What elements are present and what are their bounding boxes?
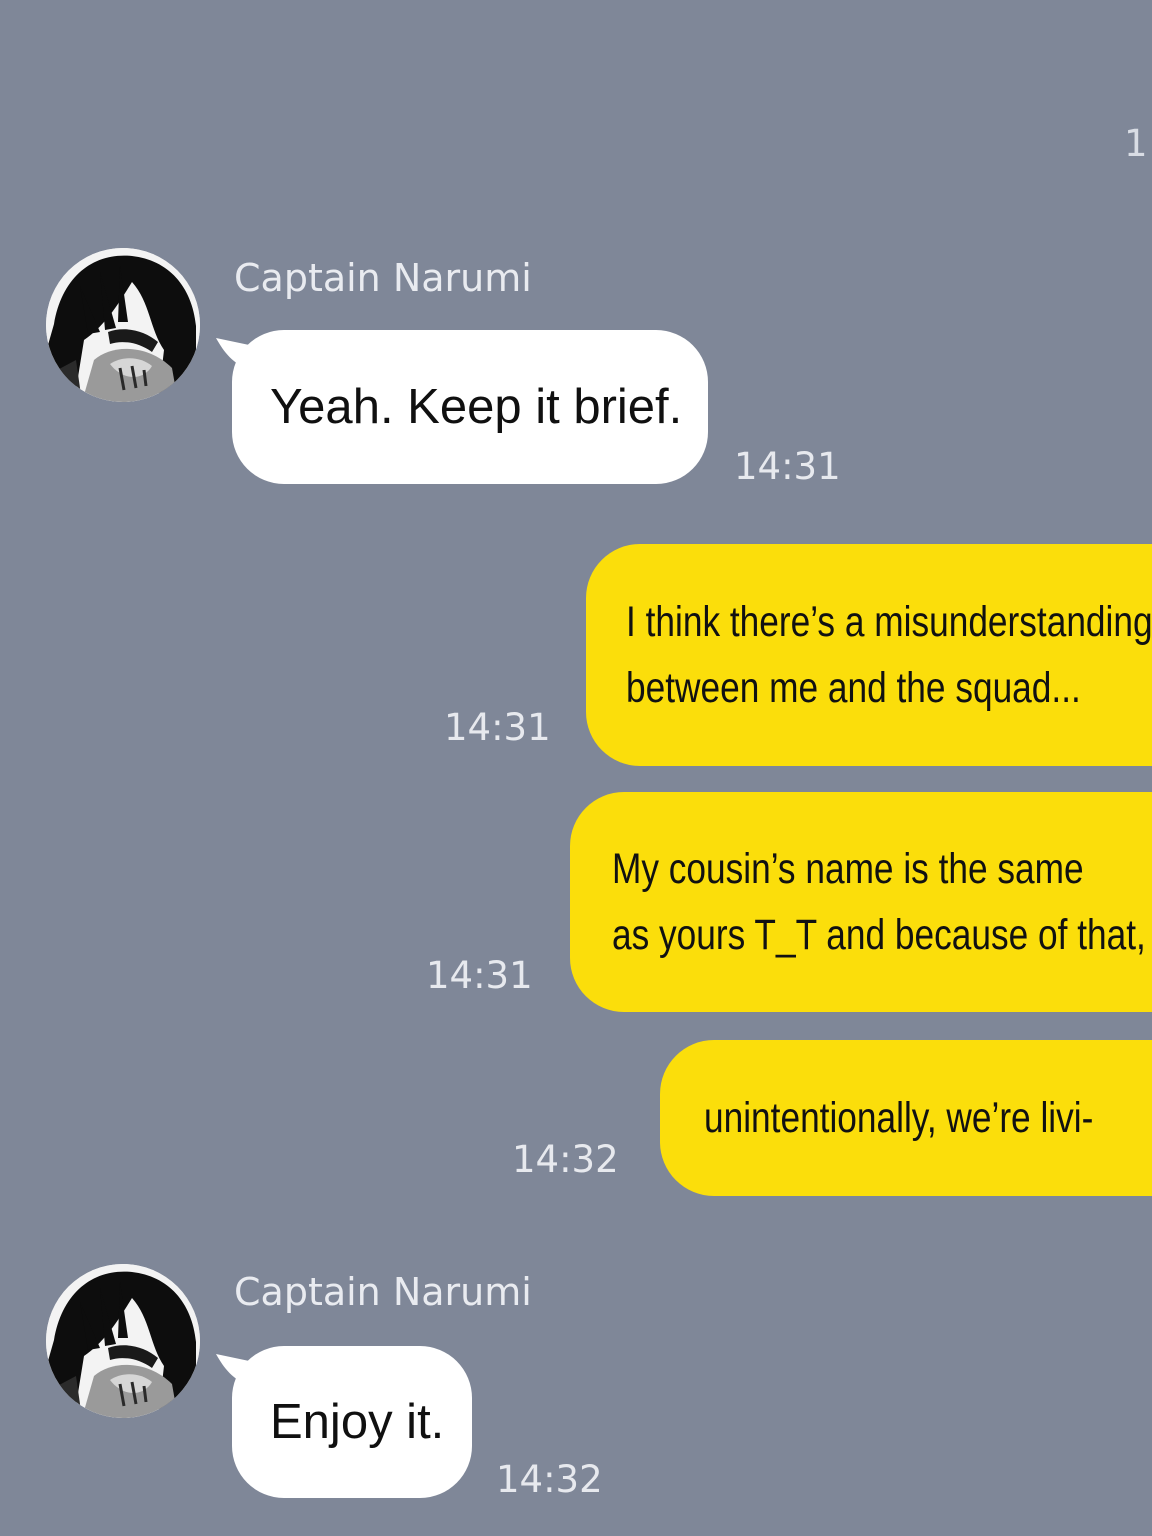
outgoing-message-bubble[interactable]: unintentionally, we’re livi-: [660, 1040, 1152, 1196]
manga-portrait-avatar-icon: [46, 248, 200, 402]
manga-portrait-avatar-icon: [46, 1264, 200, 1418]
incoming-message-bubble[interactable]: Yeah. Keep it brief.: [216, 330, 708, 484]
sender-avatar[interactable]: [46, 1264, 200, 1418]
message-text: Yeah. Keep it brief.: [270, 379, 683, 434]
bubble-tail-icon: [216, 1354, 254, 1388]
sender-avatar[interactable]: [46, 248, 200, 402]
message-line: unintentionally, we’re livi-: [704, 1094, 1094, 1142]
message-line: I think there’s a misunderstanding: [626, 598, 1152, 646]
bubble-tail-icon: [216, 338, 254, 372]
message-line: as yours T_T and because of that,: [612, 911, 1146, 959]
cut-off-timestamp: 1: [1124, 122, 1148, 165]
chat-thread: 1 Captain Narumi Yeah. Keep it brief. 14…: [0, 0, 1152, 1536]
sender-name: Captain Narumi: [234, 1270, 532, 1314]
message-timestamp: 14:32: [496, 1458, 603, 1501]
message-text: Enjoy it.: [270, 1394, 445, 1449]
message-line: between me and the squad...: [626, 664, 1081, 712]
sender-name: Captain Narumi: [234, 256, 532, 300]
incoming-message-bubble[interactable]: Enjoy it.: [216, 1346, 472, 1498]
message-timestamp: 14:31: [426, 954, 533, 997]
message-line: My cousin’s name is the same: [612, 845, 1084, 893]
outgoing-message-bubble[interactable]: I think there’s a misunderstanding betwe…: [586, 544, 1152, 766]
message-timestamp: 14:32: [512, 1138, 619, 1181]
message-timestamp: 14:31: [444, 706, 551, 749]
message-timestamp: 14:31: [734, 445, 841, 488]
outgoing-message-bubble[interactable]: My cousin’s name is the same as yours T_…: [570, 792, 1152, 1012]
